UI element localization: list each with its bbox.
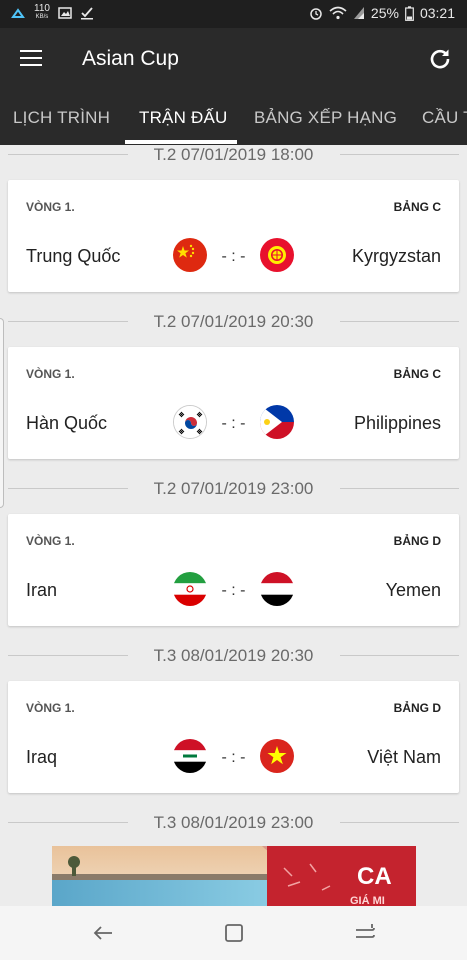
date-separator: T.2 07/01/2019 23:00 [0, 477, 467, 501]
group-label: BẢNG D [393, 701, 441, 715]
round-label: VÒNG 1. [26, 367, 75, 381]
wifi-icon [329, 6, 347, 20]
round-label: VÒNG 1. [26, 534, 75, 548]
tab-schedule[interactable]: LỊCH TRÌNH [13, 108, 110, 128]
battery-percent: 25% [370, 5, 399, 21]
tab-matches[interactable]: TRẬN ĐẤU [139, 108, 228, 128]
back-arrow-icon[interactable] [90, 920, 116, 946]
app-title: Asian Cup [82, 47, 179, 70]
network-speed: 110 KB/s [34, 3, 50, 21]
status-bar: 110 KB/s 25% 03:21 [0, 0, 467, 28]
match-datetime: T.2 07/01/2019 23:00 [141, 479, 326, 498]
ad-banner[interactable]: CA GIÁ MI [52, 846, 416, 908]
battery-icon [405, 5, 414, 21]
vietnam-flag-icon [260, 739, 294, 773]
tab-players[interactable]: CẦU T [422, 108, 467, 128]
away-team: Yemen [385, 580, 441, 600]
match-card[interactable]: VÒNG 1. BẢNG C Hàn Quốc - : - Philippine… [8, 347, 459, 459]
away-team: Kyrgyzstan [351, 246, 441, 266]
ad-text-1: CA [357, 863, 392, 890]
clock: 03:21 [419, 5, 455, 21]
group-label: BẢNG D [393, 534, 441, 548]
date-separator: T.3 08/01/2019 20:30 [0, 644, 467, 668]
date-separator: T.2 07/01/2019 18:00 [0, 143, 467, 167]
match-card[interactable]: VÒNG 1. BẢNG C Trung Quốc - : - Kyrgyzst… [8, 180, 459, 292]
signal-icon [353, 7, 364, 19]
download-done-icon [80, 6, 93, 19]
group-label: BẢNG C [393, 200, 441, 214]
match-card[interactable]: VÒNG 1. BẢNG D Iraq - : - Việt Nam [8, 681, 459, 793]
alarm-icon [310, 8, 322, 20]
tab-standings[interactable]: BẢNG XẾP HẠNG [254, 108, 397, 128]
away-team: Philippines [353, 413, 441, 433]
system-navigation-bar [0, 906, 467, 960]
group-label: BẢNG C [393, 367, 441, 381]
match-datetime: T.3 08/01/2019 20:30 [141, 646, 326, 665]
round-label: VÒNG 1. [26, 200, 75, 214]
kyrgyzstan-flag-icon [260, 238, 294, 272]
tab-bar: LỊCH TRÌNH TRẬN ĐẤU BẢNG XẾP HẠNG CẦU T [0, 90, 467, 145]
match-datetime: T.3 08/01/2019 23:00 [141, 813, 326, 832]
home-square-icon[interactable] [221, 920, 247, 946]
round-label: VÒNG 1. [26, 701, 75, 715]
date-separator: T.3 08/01/2019 23:00 [0, 811, 467, 835]
match-datetime: T.2 07/01/2019 18:00 [141, 145, 326, 164]
philippines-flag-icon [260, 405, 294, 439]
match-card[interactable]: VÒNG 1. BẢNG D Iran - : - Yemen [8, 514, 459, 626]
gallery-icon [58, 6, 72, 19]
refresh-icon[interactable] [427, 46, 453, 72]
match-datetime: T.2 07/01/2019 20:30 [141, 312, 326, 331]
date-separator: T.2 07/01/2019 20:30 [0, 310, 467, 334]
yemen-flag-icon [260, 572, 294, 606]
recent-apps-icon[interactable] [352, 920, 378, 946]
cloud-sync-icon [11, 7, 25, 18]
hamburger-menu-icon[interactable] [20, 50, 42, 66]
away-team: Việt Nam [367, 747, 441, 767]
app-bar: Asian Cup [0, 28, 467, 90]
